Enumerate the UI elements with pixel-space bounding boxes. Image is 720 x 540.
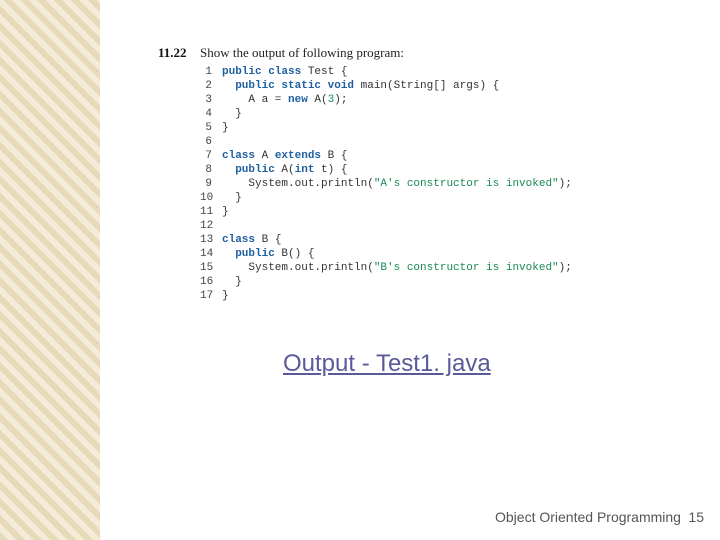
code-text: public class Test { — [222, 65, 347, 79]
line-number: 5 — [200, 121, 222, 135]
code-text: A a = new A(3); — [222, 93, 347, 107]
line-number: 13 — [200, 233, 222, 247]
code-text: } — [222, 275, 242, 289]
code-text: public static void main(String[] args) { — [222, 79, 499, 93]
code-line: 4 } — [200, 107, 572, 121]
code-line: 16 } — [200, 275, 572, 289]
code-text: class B { — [222, 233, 281, 247]
decorative-sidebar — [0, 0, 100, 540]
code-text: } — [222, 205, 229, 219]
line-number: 10 — [200, 191, 222, 205]
line-number: 15 — [200, 261, 222, 275]
code-line: 13class B { — [200, 233, 572, 247]
code-line: 10 } — [200, 191, 572, 205]
code-line: 7class A extends B { — [200, 149, 572, 163]
code-text: } — [222, 191, 242, 205]
code-text: public B() { — [222, 247, 314, 261]
line-number: 3 — [200, 93, 222, 107]
line-number: 4 — [200, 107, 222, 121]
code-line: 17} — [200, 289, 572, 303]
code-line: 15 System.out.println("B's constructor i… — [200, 261, 572, 275]
line-number: 17 — [200, 289, 222, 303]
code-text: } — [222, 121, 229, 135]
line-number: 8 — [200, 163, 222, 177]
code-text: } — [222, 289, 229, 303]
code-line: 12 — [200, 219, 572, 233]
code-block: 1public class Test {2 public static void… — [200, 65, 572, 303]
code-line: 8 public A(int t) { — [200, 163, 572, 177]
line-number: 16 — [200, 275, 222, 289]
code-line: 14 public B() { — [200, 247, 572, 261]
line-number: 7 — [200, 149, 222, 163]
page-number: 15 — [688, 509, 704, 525]
line-number: 6 — [200, 135, 222, 149]
line-number: 14 — [200, 247, 222, 261]
code-text: System.out.println("A's constructor is i… — [222, 177, 572, 191]
line-number: 9 — [200, 177, 222, 191]
footer-title: Object Oriented Programming — [495, 509, 681, 525]
code-text: System.out.println("B's constructor is i… — [222, 261, 572, 275]
code-line: 11} — [200, 205, 572, 219]
code-text: class A extends B { — [222, 149, 347, 163]
slide-content: 11.22 Show the output of following progr… — [100, 0, 720, 540]
code-line: 1public class Test { — [200, 65, 572, 79]
line-number: 11 — [200, 205, 222, 219]
exercise-number: 11.22 — [158, 45, 187, 61]
code-line: 3 A a = new A(3); — [200, 93, 572, 107]
line-number: 2 — [200, 79, 222, 93]
code-line: 9 System.out.println("A's constructor is… — [200, 177, 572, 191]
line-number: 1 — [200, 65, 222, 79]
code-text: public A(int t) { — [222, 163, 347, 177]
output-link[interactable]: Output - Test1. java — [283, 350, 491, 378]
code-line: 6 — [200, 135, 572, 149]
code-line: 5} — [200, 121, 572, 135]
line-number: 12 — [200, 219, 222, 233]
code-line: 2 public static void main(String[] args)… — [200, 79, 572, 93]
exercise-prompt: Show the output of following program: — [200, 45, 404, 61]
code-text: } — [222, 107, 242, 121]
